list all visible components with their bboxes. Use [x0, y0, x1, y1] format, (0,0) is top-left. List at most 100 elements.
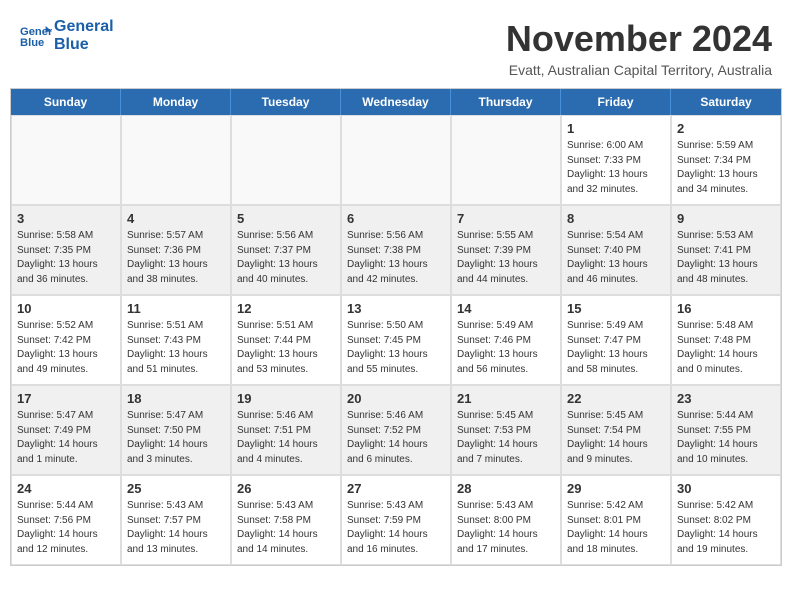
day-number: 21: [457, 391, 555, 406]
header-day-wednesday: Wednesday: [341, 89, 451, 115]
day-cell-26: 26 Sunrise: 5:43 AM Sunset: 7:58 PM Dayli…: [231, 475, 341, 565]
day-info: Sunrise: 5:45 AM Sunset: 7:53 PM Dayligh…: [457, 409, 555, 467]
day-cell-8: 8 Sunrise: 5:54 AM Sunset: 7:40 PM Daylig…: [561, 205, 671, 295]
day-info: Sunrise: 5:42 AM Sunset: 8:02 PM Dayligh…: [677, 499, 775, 557]
day-cell-1: 1 Sunrise: 6:00 AM Sunset: 7:33 PM Daylig…: [561, 115, 671, 205]
day-info: Sunrise: 5:44 AM Sunset: 7:55 PM Dayligh…: [677, 409, 775, 467]
empty-cell: [11, 115, 121, 205]
day-cell-9: 9 Sunrise: 5:53 AM Sunset: 7:41 PM Daylig…: [671, 205, 781, 295]
day-number: 10: [17, 301, 115, 316]
day-number: 14: [457, 301, 555, 316]
day-cell-27: 27 Sunrise: 5:43 AM Sunset: 7:59 PM Dayli…: [341, 475, 451, 565]
day-number: 13: [347, 301, 445, 316]
logo-icon: General Blue: [20, 22, 52, 50]
day-number: 9: [677, 211, 775, 226]
day-cell-7: 7 Sunrise: 5:55 AM Sunset: 7:39 PM Daylig…: [451, 205, 561, 295]
day-number: 3: [17, 211, 115, 226]
empty-cell: [451, 115, 561, 205]
day-number: 16: [677, 301, 775, 316]
day-number: 11: [127, 301, 225, 316]
day-info: Sunrise: 5:49 AM Sunset: 7:47 PM Dayligh…: [567, 319, 665, 377]
day-info: Sunrise: 5:44 AM Sunset: 7:56 PM Dayligh…: [17, 499, 115, 557]
empty-cell: [231, 115, 341, 205]
logo: General Blue General Blue: [20, 18, 114, 53]
title-section: November 2024 Evatt, Australian Capital …: [506, 18, 772, 78]
day-info: Sunrise: 5:45 AM Sunset: 7:54 PM Dayligh…: [567, 409, 665, 467]
day-number: 12: [237, 301, 335, 316]
calendar-body: 1 Sunrise: 6:00 AM Sunset: 7:33 PM Daylig…: [11, 115, 781, 565]
day-number: 25: [127, 481, 225, 496]
day-info: Sunrise: 5:43 AM Sunset: 7:58 PM Dayligh…: [237, 499, 335, 557]
day-info: Sunrise: 5:51 AM Sunset: 7:43 PM Dayligh…: [127, 319, 225, 377]
header-day-sunday: Sunday: [11, 89, 121, 115]
day-number: 7: [457, 211, 555, 226]
day-number: 19: [237, 391, 335, 406]
day-info: Sunrise: 6:00 AM Sunset: 7:33 PM Dayligh…: [567, 139, 665, 197]
day-info: Sunrise: 5:55 AM Sunset: 7:39 PM Dayligh…: [457, 229, 555, 287]
day-info: Sunrise: 5:50 AM Sunset: 7:45 PM Dayligh…: [347, 319, 445, 377]
day-cell-11: 11 Sunrise: 5:51 AM Sunset: 7:43 PM Dayli…: [121, 295, 231, 385]
day-cell-25: 25 Sunrise: 5:43 AM Sunset: 7:57 PM Dayli…: [121, 475, 231, 565]
day-cell-18: 18 Sunrise: 5:47 AM Sunset: 7:50 PM Dayli…: [121, 385, 231, 475]
day-cell-5: 5 Sunrise: 5:56 AM Sunset: 7:37 PM Daylig…: [231, 205, 341, 295]
day-number: 24: [17, 481, 115, 496]
day-cell-2: 2Sunrise: 5:59 AM Sunset: 7:34 PM Daylig…: [671, 115, 781, 205]
day-info: Sunrise: 5:43 AM Sunset: 7:59 PM Dayligh…: [347, 499, 445, 557]
day-number: 20: [347, 391, 445, 406]
day-number: 6: [347, 211, 445, 226]
day-info: Sunrise: 5:47 AM Sunset: 7:49 PM Dayligh…: [17, 409, 115, 467]
day-number: 28: [457, 481, 555, 496]
day-info: Sunrise: 5:43 AM Sunset: 7:57 PM Dayligh…: [127, 499, 225, 557]
logo-text: General Blue: [54, 18, 114, 53]
day-number: 17: [17, 391, 115, 406]
day-info: Sunrise: 5:43 AM Sunset: 8:00 PM Dayligh…: [457, 499, 555, 557]
day-info: Sunrise: 5:46 AM Sunset: 7:52 PM Dayligh…: [347, 409, 445, 467]
day-info: Sunrise: 5:59 AM Sunset: 7:34 PM Dayligh…: [677, 139, 775, 197]
empty-cell: [341, 115, 451, 205]
day-cell-4: 4 Sunrise: 5:57 AM Sunset: 7:36 PM Daylig…: [121, 205, 231, 295]
header-day-thursday: Thursday: [451, 89, 561, 115]
day-cell-12: 12Sunrise: 5:51 AM Sunset: 7:44 PM Dayli…: [231, 295, 341, 385]
day-info: Sunrise: 5:48 AM Sunset: 7:48 PM Dayligh…: [677, 319, 775, 377]
day-cell-15: 15Sunrise: 5:49 AM Sunset: 7:47 PM Dayli…: [561, 295, 671, 385]
day-info: Sunrise: 5:56 AM Sunset: 7:37 PM Dayligh…: [237, 229, 335, 287]
day-info: Sunrise: 5:58 AM Sunset: 7:35 PM Dayligh…: [17, 229, 115, 287]
day-number: 22: [567, 391, 665, 406]
page-header: General Blue General Blue November 2024 …: [0, 0, 792, 88]
day-number: 8: [567, 211, 665, 226]
day-info: Sunrise: 5:56 AM Sunset: 7:38 PM Dayligh…: [347, 229, 445, 287]
day-number: 5: [237, 211, 335, 226]
day-cell-3: 3 Sunrise: 5:58 AM Sunset: 7:35 PM Daylig…: [11, 205, 121, 295]
day-number: 27: [347, 481, 445, 496]
day-number: 29: [567, 481, 665, 496]
month-title: November 2024: [506, 18, 772, 60]
day-cell-16: 16 Sunrise: 5:48 AM Sunset: 7:48 PM Dayli…: [671, 295, 781, 385]
header-day-tuesday: Tuesday: [231, 89, 341, 115]
day-info: Sunrise: 5:54 AM Sunset: 7:40 PM Dayligh…: [567, 229, 665, 287]
day-info: Sunrise: 5:47 AM Sunset: 7:50 PM Dayligh…: [127, 409, 225, 467]
day-info: Sunrise: 5:53 AM Sunset: 7:41 PM Dayligh…: [677, 229, 775, 287]
svg-text:Blue: Blue: [20, 37, 44, 49]
day-cell-28: 28 Sunrise: 5:43 AM Sunset: 8:00 PM Dayli…: [451, 475, 561, 565]
day-cell-19: 19 Sunrise: 5:46 AM Sunset: 7:51 PM Dayli…: [231, 385, 341, 475]
location: Evatt, Australian Capital Territory, Aus…: [506, 62, 772, 78]
day-number: 26: [237, 481, 335, 496]
day-number: 18: [127, 391, 225, 406]
day-cell-21: 21 Sunrise: 5:45 AM Sunset: 7:53 PM Dayli…: [451, 385, 561, 475]
day-number: 1: [567, 121, 665, 136]
day-info: Sunrise: 5:57 AM Sunset: 7:36 PM Dayligh…: [127, 229, 225, 287]
header-day-friday: Friday: [561, 89, 671, 115]
day-cell-29: 29 Sunrise: 5:42 AM Sunset: 8:01 PM Dayli…: [561, 475, 671, 565]
day-cell-13: 13 Sunrise: 5:50 AM Sunset: 7:45 PM Dayli…: [341, 295, 451, 385]
header-day-saturday: Saturday: [671, 89, 781, 115]
day-info: Sunrise: 5:46 AM Sunset: 7:51 PM Dayligh…: [237, 409, 335, 467]
day-info: Sunrise: 5:42 AM Sunset: 8:01 PM Dayligh…: [567, 499, 665, 557]
day-cell-20: 20 Sunrise: 5:46 AM Sunset: 7:52 PM Dayli…: [341, 385, 451, 475]
empty-cell: [121, 115, 231, 205]
day-info: Sunrise: 5:49 AM Sunset: 7:46 PM Dayligh…: [457, 319, 555, 377]
day-cell-22: 22 Sunrise: 5:45 AM Sunset: 7:54 PM Dayli…: [561, 385, 671, 475]
day-cell-10: 10Sunrise: 5:52 AM Sunset: 7:42 PM Dayli…: [11, 295, 121, 385]
day-number: 23: [677, 391, 775, 406]
day-number: 4: [127, 211, 225, 226]
day-cell-14: 14 Sunrise: 5:49 AM Sunset: 7:46 PM Dayli…: [451, 295, 561, 385]
